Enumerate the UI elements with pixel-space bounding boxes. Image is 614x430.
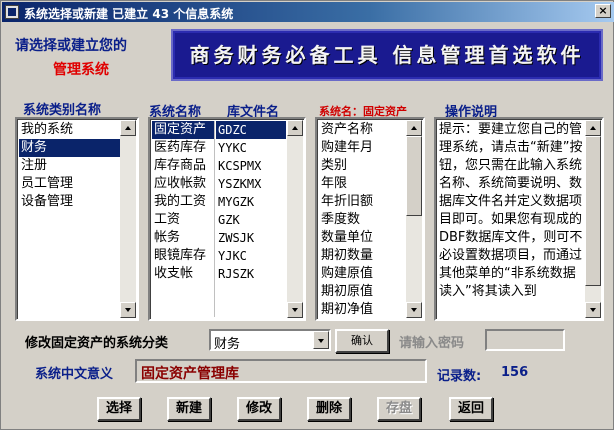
scroll-up-arrow-icon[interactable] <box>120 120 136 136</box>
db-file-cell: GZK <box>218 213 240 227</box>
db-file-cell: RJSZK <box>218 267 255 281</box>
system-scrollbar[interactable] <box>287 120 303 318</box>
save-button[interactable]: 存盘 <box>377 397 421 421</box>
scroll-down-arrow-icon[interactable] <box>406 302 422 318</box>
field-list-item[interactable]: 期初净值 <box>319 301 407 319</box>
scroll-down-arrow-icon[interactable] <box>585 302 601 318</box>
system-list-row[interactable]: 帐务 ZWSJK <box>152 229 286 247</box>
scroll-down-arrow-icon[interactable] <box>287 302 303 318</box>
window-title: 系统选择或新建 已建立 43 个信息系统 <box>24 7 234 21</box>
title-bar[interactable]: 系统选择或新建 已建立 43 个信息系统 × <box>2 2 614 22</box>
category-list-item[interactable]: 设备管理 <box>19 193 121 211</box>
system-name-cell: 眼镜库存 <box>154 248 207 263</box>
category-scrollbar[interactable] <box>120 120 136 318</box>
scroll-down-arrow-icon[interactable] <box>120 302 136 318</box>
field-list-item[interactable]: 年限 <box>319 175 407 193</box>
category-list-item[interactable]: 财务 <box>19 139 121 157</box>
system-list-row[interactable]: 库存商品 KCSPMX <box>152 157 286 175</box>
db-file-cell: MYGZK <box>218 195 255 209</box>
system-list-row[interactable]: 工资 GZK <box>152 211 286 229</box>
system-list-row[interactable]: 固定资产 GDZC <box>152 121 286 139</box>
prompt-line-1: 请选择或建立您的 <box>15 38 127 54</box>
classify-label: 修改固定资产的系统分类 <box>25 336 169 351</box>
db-file-cell: YJKC <box>218 249 247 263</box>
field-list-item[interactable]: 类别 <box>319 157 407 175</box>
scroll-thumb[interactable] <box>406 136 422 216</box>
system-list-row[interactable]: 医药库存 YYKC <box>152 139 286 157</box>
system-list-row[interactable]: 眼镜库存 YJKC <box>152 247 286 265</box>
select-button[interactable]: 选择 <box>97 397 141 421</box>
field-list-item[interactable]: 数量单位 <box>319 229 407 247</box>
category-list-item[interactable]: 注册 <box>19 157 121 175</box>
field-list-item[interactable]: 购建原值 <box>319 265 407 283</box>
field-list-item[interactable]: 期初原值 <box>319 283 407 301</box>
prompt-line-2: 管理系统 <box>53 62 109 78</box>
category-list-item[interactable]: 员工管理 <box>19 175 121 193</box>
chevron-down-icon[interactable] <box>313 331 329 349</box>
db-file-cell: YSZKMX <box>218 177 262 191</box>
system-name-cell: 医药库存 <box>154 140 207 155</box>
instructions-scrollbar[interactable] <box>585 120 601 318</box>
close-button[interactable]: × <box>595 4 611 18</box>
category-list-item[interactable]: 我的系统 <box>19 121 121 139</box>
app-icon <box>5 5 19 19</box>
system-name-cell: 帐务 <box>154 230 181 245</box>
system-name-cell: 库存商品 <box>154 158 207 173</box>
meaning-value: 固定资产管理库 <box>141 366 239 382</box>
system-list-row[interactable]: 收支帐 RJSZK <box>152 265 286 283</box>
system-name-cell: 应收帐款 <box>154 176 207 191</box>
field-list-item[interactable]: 季度数 <box>319 211 407 229</box>
scroll-up-arrow-icon[interactable] <box>585 120 601 136</box>
instructions-text: 提示：要建立您自己的管理系统，请点击“新建”按钮，您只需在此输入系统名称、系统简… <box>439 122 583 299</box>
field-list-item[interactable]: 期初数量 <box>319 247 407 265</box>
db-file-cell: GDZC <box>216 121 286 139</box>
meaning-label: 系统中文意义 <box>35 367 114 382</box>
password-label: 请输入密码 <box>399 336 465 351</box>
field-list[interactable]: 资产名称 购建年月 类别 年限 年折旧额 季度数 数量单位 期初数量 购建原值 期初原值 期初净值 <box>315 117 425 321</box>
modify-button[interactable]: 修改 <box>237 397 281 421</box>
banner-text: 商务财务必备工具 信息管理首选软件 <box>189 43 585 67</box>
meaning-field[interactable]: 固定资产管理库 <box>135 359 427 383</box>
scroll-up-arrow-icon[interactable] <box>287 120 303 136</box>
password-field[interactable] <box>485 329 565 351</box>
system-name-cell: 固定资产 <box>152 121 214 139</box>
new-button[interactable]: 新建 <box>167 397 211 421</box>
system-select-window: 系统选择或新建 已建立 43 个信息系统 × 请选择或建立您的 管理系统 商务财… <box>0 0 614 430</box>
category-list[interactable]: 我的系统 财务 注册 员工管理 设备管理 <box>15 117 139 321</box>
scroll-thumb[interactable] <box>585 136 601 286</box>
delete-button[interactable]: 删除 <box>307 397 351 421</box>
db-file-cell: KCSPMX <box>218 159 262 173</box>
field-list-item[interactable]: 购建年月 <box>319 139 407 157</box>
category-header: 系统类别名称 <box>23 103 102 118</box>
record-count-label: 记录数: <box>437 369 482 384</box>
system-name-cell: 工资 <box>154 212 181 227</box>
back-button[interactable]: 返回 <box>449 397 493 421</box>
scroll-up-arrow-icon[interactable] <box>406 120 422 136</box>
record-count-value: 156 <box>501 365 529 380</box>
field-list-item[interactable]: 年折旧额 <box>319 193 407 211</box>
system-name-cell: 收支帐 <box>154 266 194 281</box>
category-select-value: 财务 <box>214 337 241 352</box>
banner-image: 商务财务必备工具 信息管理首选软件 <box>171 29 603 81</box>
system-name-cell: 我的工资 <box>154 194 207 209</box>
db-file-cell: ZWSJK <box>218 231 255 245</box>
field-list-item[interactable]: 资产名称 <box>319 121 407 139</box>
category-select[interactable]: 财务 <box>209 329 331 352</box>
field-scrollbar[interactable] <box>406 120 422 318</box>
confirm-button[interactable]: 确认 <box>335 329 389 353</box>
system-list[interactable]: 固定资产 GDZC 医药库存 YYKC 库存商品 KCSPMX 应收帐款 YSZKMX 我的工资… <box>148 117 306 321</box>
db-file-cell: YYKC <box>218 141 247 155</box>
instructions-box: 提示：要建立您自己的管理系统，请点击“新建”按钮，您只需在此输入系统名称、系统简… <box>434 117 604 321</box>
system-list-row[interactable]: 应收帐款 YSZKMX <box>152 175 286 193</box>
system-list-row[interactable]: 我的工资 MYGZK <box>152 193 286 211</box>
